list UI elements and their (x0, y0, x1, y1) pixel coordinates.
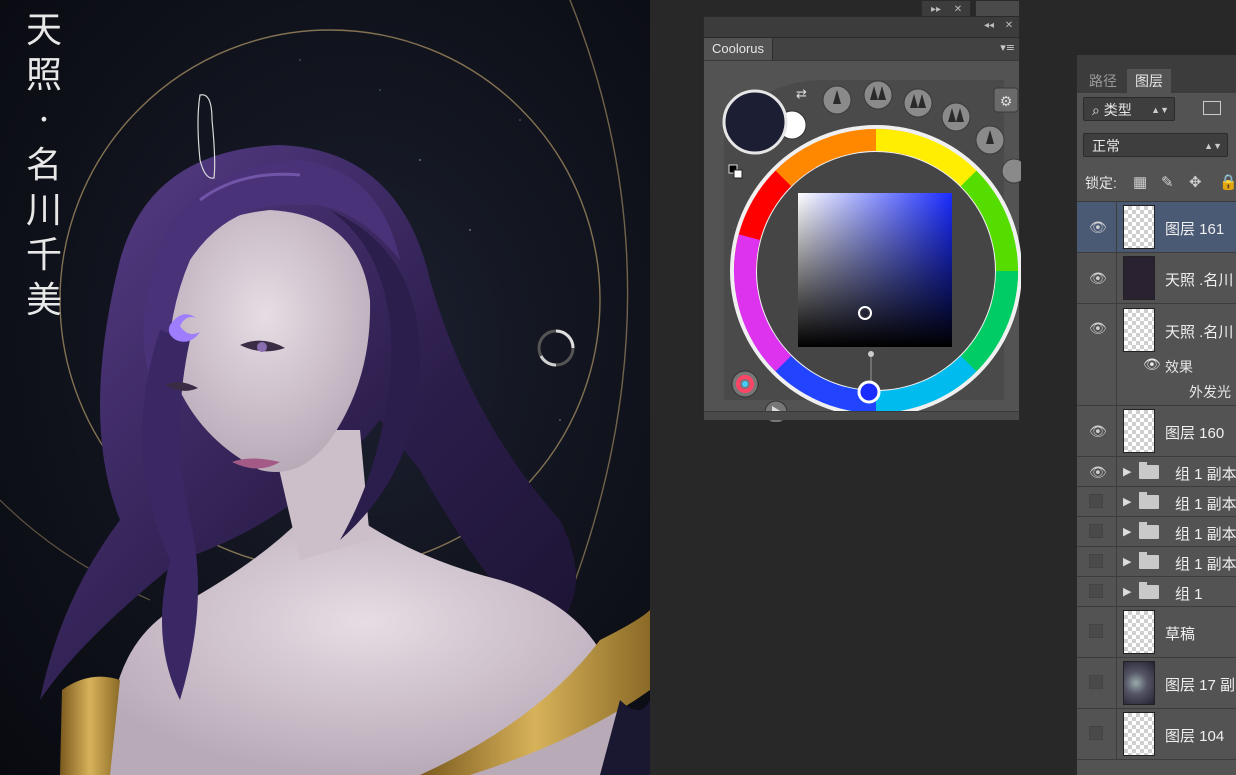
group-row[interactable]: ▶ 组 1 副本 (1077, 517, 1236, 547)
layer-thumbnail (1123, 409, 1155, 453)
expand-arrow-icon[interactable]: ▶ (1123, 495, 1131, 508)
expand-arrow-icon[interactable]: ▶ (1123, 555, 1131, 568)
layer-row[interactable]: 👁 图层 160 (1077, 406, 1236, 457)
foreground-color-swatch (722, 89, 788, 155)
collapse-icon[interactable]: ◂◂ (981, 19, 997, 33)
layer-thumbnail (1123, 712, 1155, 756)
effects-label: 效果 (1165, 359, 1193, 375)
visibility-toggle-empty[interactable] (1089, 726, 1103, 740)
visibility-eye-icon[interactable]: 👁 (1089, 270, 1107, 287)
layer-name: 草稿 (1165, 626, 1196, 643)
artwork-title-text: 天照·名川千美 (25, 10, 62, 321)
chevron-updown-icon: ▲▼ (1204, 141, 1222, 151)
group-name: 组 1 (1175, 585, 1203, 603)
coolorus-tab[interactable]: Coolorus (704, 38, 774, 60)
swap-icon: ⇄ (796, 87, 807, 102)
expand-arrow-icon[interactable]: ▶ (1123, 585, 1131, 598)
visibility-toggle-empty[interactable] (1089, 583, 1103, 598)
layer-name: 图层 160 (1165, 425, 1225, 442)
effect-eye-icon[interactable]: 👁 (1143, 356, 1161, 373)
blend-mode-value: 正常 (1092, 138, 1120, 154)
expand-arrow-icon[interactable]: ▶ (1123, 465, 1131, 478)
visibility-toggle-empty[interactable] (1089, 553, 1103, 568)
close-icon[interactable]: ✕ (950, 3, 966, 17)
loading-spinner-icon (537, 329, 575, 367)
layers-panel: 路径 图层 ⌕ 类型 ▲▼ 正常 ▲▼ 锁定: ▦ ✎ ✥ 🔒 👁 图层 161… (1076, 55, 1236, 775)
layer-row[interactable]: 图层 104 (1077, 709, 1236, 760)
lock-paint-icon[interactable]: ✎ (1161, 173, 1174, 191)
filter-label: 类型 (1103, 102, 1132, 118)
lock-all-icon[interactable]: 🔒 (1219, 173, 1236, 191)
group-row[interactable]: ▶ 组 1 副本 (1077, 487, 1236, 517)
layer-thumbnail (1123, 661, 1155, 705)
lock-label: 锁定: (1085, 175, 1117, 191)
group-row[interactable]: ▶ 组 1 副本 (1077, 547, 1236, 577)
image-filter-icon[interactable] (1203, 101, 1221, 115)
hue-picker-handle (857, 380, 881, 404)
visibility-toggle-empty[interactable] (1089, 493, 1103, 508)
layer-row[interactable]: 👁 天照 .名川 👁 效果 外发光 (1077, 304, 1236, 406)
layer-filter-dropdown[interactable]: ⌕ 类型 ▲▼ (1083, 97, 1175, 121)
resize-grip[interactable] (704, 411, 1019, 420)
coolorus-titlebar[interactable]: ◂◂ ✕ (704, 17, 1019, 38)
folder-icon (1139, 581, 1159, 599)
lock-transparency-icon[interactable]: ▦ (1133, 173, 1147, 191)
group-name: 组 1 副本 (1175, 525, 1236, 543)
visibility-eye-icon[interactable]: 👁 (1089, 320, 1107, 337)
visibility-toggle-empty[interactable] (1089, 624, 1103, 638)
layer-name: 图层 17 副 (1165, 677, 1236, 694)
panel-menu-icon[interactable]: ▾≡ (1000, 41, 1015, 54)
layer-row[interactable]: 👁 图层 161 (1077, 202, 1236, 253)
visibility-eye-icon[interactable]: 👁 (1089, 219, 1107, 236)
layer-name: 天照 .名川 (1165, 272, 1234, 289)
artwork-illustration (0, 0, 650, 775)
svg-text:⚙: ⚙ (1000, 94, 1013, 110)
expand-arrow-icon[interactable]: ▶ (1123, 525, 1131, 538)
tab-layers[interactable]: 图层 (1127, 69, 1171, 93)
tab-paths[interactable]: 路径 (1081, 69, 1125, 93)
group-row[interactable]: 👁 ▶ 组 1 副本 (1077, 457, 1236, 487)
chevron-updown-icon: ▲▼ (1151, 105, 1169, 115)
layer-thumbnail (1123, 610, 1155, 654)
layer-row[interactable]: 图层 17 副 (1077, 658, 1236, 709)
visibility-toggle-empty[interactable] (1089, 523, 1103, 538)
layer-row[interactable]: 👁 天照 .名川 (1077, 253, 1236, 304)
visibility-eye-icon[interactable]: 👁 (1089, 423, 1107, 440)
visibility-toggle-empty[interactable] (1089, 675, 1103, 689)
group-name: 组 1 副本 (1175, 555, 1236, 573)
layer-thumbnail (1123, 205, 1155, 249)
group-name: 组 1 副本 (1175, 465, 1236, 483)
layer-row[interactable]: 草稿 (1077, 607, 1236, 658)
folder-icon (1139, 521, 1159, 539)
lock-move-icon[interactable]: ✥ (1189, 173, 1202, 191)
blend-mode-dropdown[interactable]: 正常 ▲▼ (1083, 133, 1228, 157)
search-icon: ⌕ (1092, 102, 1104, 118)
group-name: 组 1 副本 (1175, 495, 1236, 513)
color-wheel-widget[interactable]: ⚙ ⇄ (704, 60, 1021, 422)
layer-name: 图层 161 (1165, 221, 1225, 238)
effect-name[interactable]: 外发光 (1189, 382, 1231, 402)
close-icon[interactable]: ✕ (1001, 19, 1017, 33)
layer-name: 天照 .名川 (1165, 324, 1234, 341)
folder-icon (1139, 461, 1159, 479)
document-canvas[interactable]: 天照·名川千美 (0, 0, 650, 775)
coolorus-panel: ◂◂ ✕ Coolorus ▾≡ ⚙ ⇄ (703, 16, 1021, 422)
folder-icon (1139, 491, 1159, 509)
group-row[interactable]: ▶ 组 1 (1077, 577, 1236, 607)
folder-icon (1139, 551, 1159, 569)
layer-thumbnail (1123, 256, 1155, 300)
layer-thumbnail (1123, 308, 1155, 352)
visibility-eye-icon[interactable]: 👁 (1089, 464, 1107, 481)
layer-name: 图层 104 (1165, 728, 1225, 745)
expand-icon[interactable]: ▸▸ (928, 3, 944, 17)
